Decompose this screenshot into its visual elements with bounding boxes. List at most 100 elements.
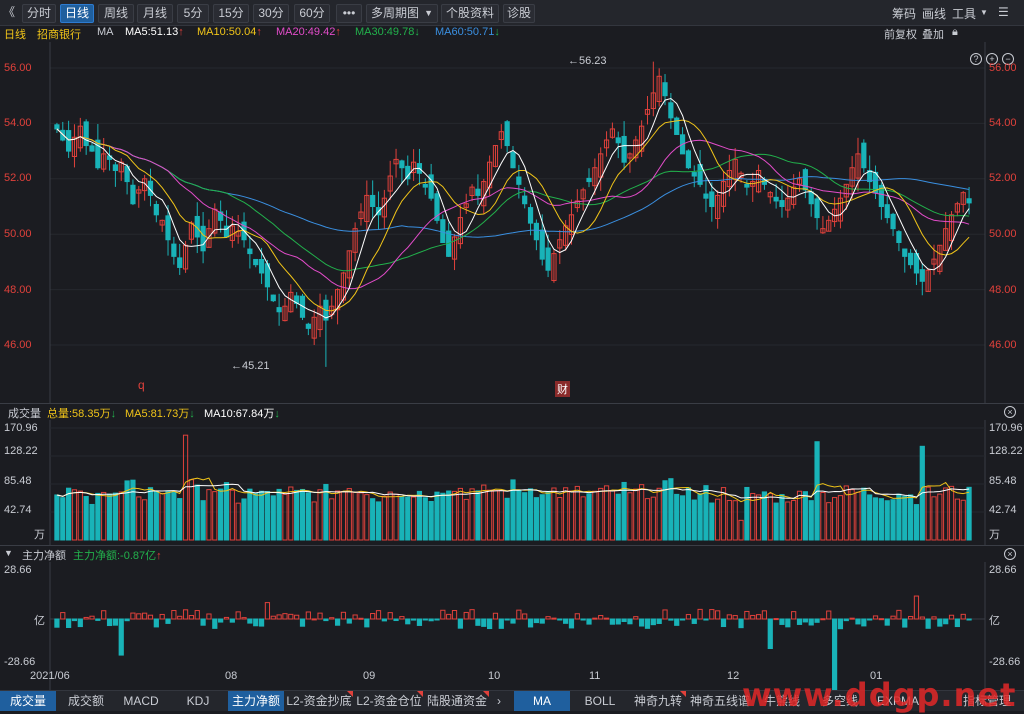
flow-bar xyxy=(656,618,662,624)
volume-bar xyxy=(831,497,838,541)
volume-bar xyxy=(720,487,727,541)
flow-bar xyxy=(954,618,960,628)
candle-body xyxy=(773,196,779,202)
flow-bar xyxy=(299,618,306,627)
volume-bar xyxy=(218,488,224,541)
price-tick: 56.00 xyxy=(989,62,1017,74)
volume-bar xyxy=(288,486,294,541)
candle-body xyxy=(66,130,72,152)
volume-bar xyxy=(755,494,762,541)
volume-bar xyxy=(732,500,738,541)
flow-bar xyxy=(580,618,586,621)
tab-kdj[interactable]: KDJ xyxy=(170,691,226,711)
volume-bar xyxy=(323,483,329,541)
candle-body xyxy=(270,294,276,302)
flow-title[interactable]: 主力净额 xyxy=(22,547,66,563)
volume-bar xyxy=(399,496,405,541)
flow-bar xyxy=(235,611,241,620)
candle-body xyxy=(662,82,668,97)
volume-title[interactable]: 成交量 xyxy=(8,405,41,421)
tab-volume[interactable]: 成交量 xyxy=(0,691,56,711)
flow-bar xyxy=(674,618,680,626)
flow-bar xyxy=(77,618,83,628)
date-tick: 09 xyxy=(363,670,376,682)
volume-bar xyxy=(66,487,72,541)
flow-bar xyxy=(814,618,820,623)
flow-bar xyxy=(200,618,206,626)
volume-bar xyxy=(54,494,60,541)
flow-bar xyxy=(258,618,265,627)
volume-bar xyxy=(434,491,440,541)
tab-macd[interactable]: MACD xyxy=(116,691,166,711)
flow-bar xyxy=(177,615,183,620)
flow-bar xyxy=(574,613,580,620)
tab-turnover[interactable]: 成交额 xyxy=(58,691,114,711)
kline-chart[interactable] xyxy=(0,0,1024,710)
volume-bar xyxy=(627,492,633,541)
flow-bar xyxy=(843,618,849,622)
volume-bar xyxy=(533,497,539,541)
candle-body xyxy=(276,307,282,313)
flow-bar xyxy=(498,618,504,629)
candle-body xyxy=(668,102,674,119)
volume-bar xyxy=(551,487,557,541)
tab-main-flow[interactable]: 主力净额 xyxy=(228,691,284,711)
flow-bar xyxy=(288,613,294,620)
volume-bar xyxy=(393,493,399,541)
flow-bar xyxy=(633,616,639,620)
flow-bar xyxy=(586,618,592,625)
candle-body xyxy=(112,164,118,171)
flow-bar xyxy=(539,618,545,624)
date-tick: 10 xyxy=(488,670,501,682)
tab-boll[interactable]: BOLL xyxy=(572,691,628,711)
collapse-icon[interactable]: ▼ xyxy=(4,548,13,558)
volume-bar xyxy=(159,493,165,541)
volume-bar xyxy=(557,497,563,541)
flow-bar xyxy=(691,618,697,624)
volume-bar xyxy=(317,489,323,541)
down-arrow-icon: ↓ xyxy=(189,408,195,420)
volume-bar xyxy=(101,491,107,541)
flow-bar xyxy=(334,618,341,626)
flow-bar xyxy=(95,618,101,621)
flow-bar xyxy=(557,618,563,621)
volume-bar xyxy=(913,504,920,541)
candle-body xyxy=(533,222,539,241)
flow-bar xyxy=(913,595,920,620)
volume-bar xyxy=(510,479,516,541)
flow-bar xyxy=(206,613,212,620)
event-marker-cai[interactable]: 财 xyxy=(555,381,570,397)
candle-body xyxy=(703,193,709,199)
volume-bar xyxy=(826,502,832,541)
tab-l2-bottom[interactable]: L2-资金抄底 xyxy=(286,691,352,711)
flow-bar xyxy=(644,618,651,629)
tab-l2-position[interactable]: L2-资金仓位 xyxy=(356,691,422,711)
date-tick: 12 xyxy=(727,670,740,682)
candle-body xyxy=(527,207,534,224)
volume-bar xyxy=(609,490,616,541)
close-panel-icon[interactable]: × xyxy=(1004,406,1016,418)
tab-scroll-arrow[interactable]: › xyxy=(492,691,506,711)
event-marker-q[interactable]: q xyxy=(138,378,145,392)
volume-bar xyxy=(270,495,276,541)
close-panel-icon[interactable]: × xyxy=(1004,548,1016,560)
volume-bar xyxy=(878,498,884,541)
volume-bar xyxy=(715,498,721,541)
flow-bar xyxy=(504,618,510,621)
volume-bar xyxy=(71,489,78,541)
flow-bar xyxy=(475,618,481,626)
candle-body xyxy=(253,258,259,266)
date-tick: 2021/06 xyxy=(30,670,70,682)
volume-bar xyxy=(650,496,656,541)
tab-northbound[interactable]: 陆股通资金 xyxy=(426,691,488,711)
volume-bar xyxy=(615,493,621,541)
tab-ma[interactable]: MA xyxy=(514,691,570,711)
flow-bar xyxy=(212,618,218,629)
flow-bar xyxy=(142,612,148,620)
tab-td9[interactable]: 神奇九转 xyxy=(630,691,686,711)
flow-tick: 28.66 xyxy=(989,564,1017,576)
volume-bar xyxy=(305,492,311,541)
new-badge-icon xyxy=(680,691,686,697)
high-price-label: ←56.23 xyxy=(568,55,607,67)
volume-bar xyxy=(89,503,95,541)
